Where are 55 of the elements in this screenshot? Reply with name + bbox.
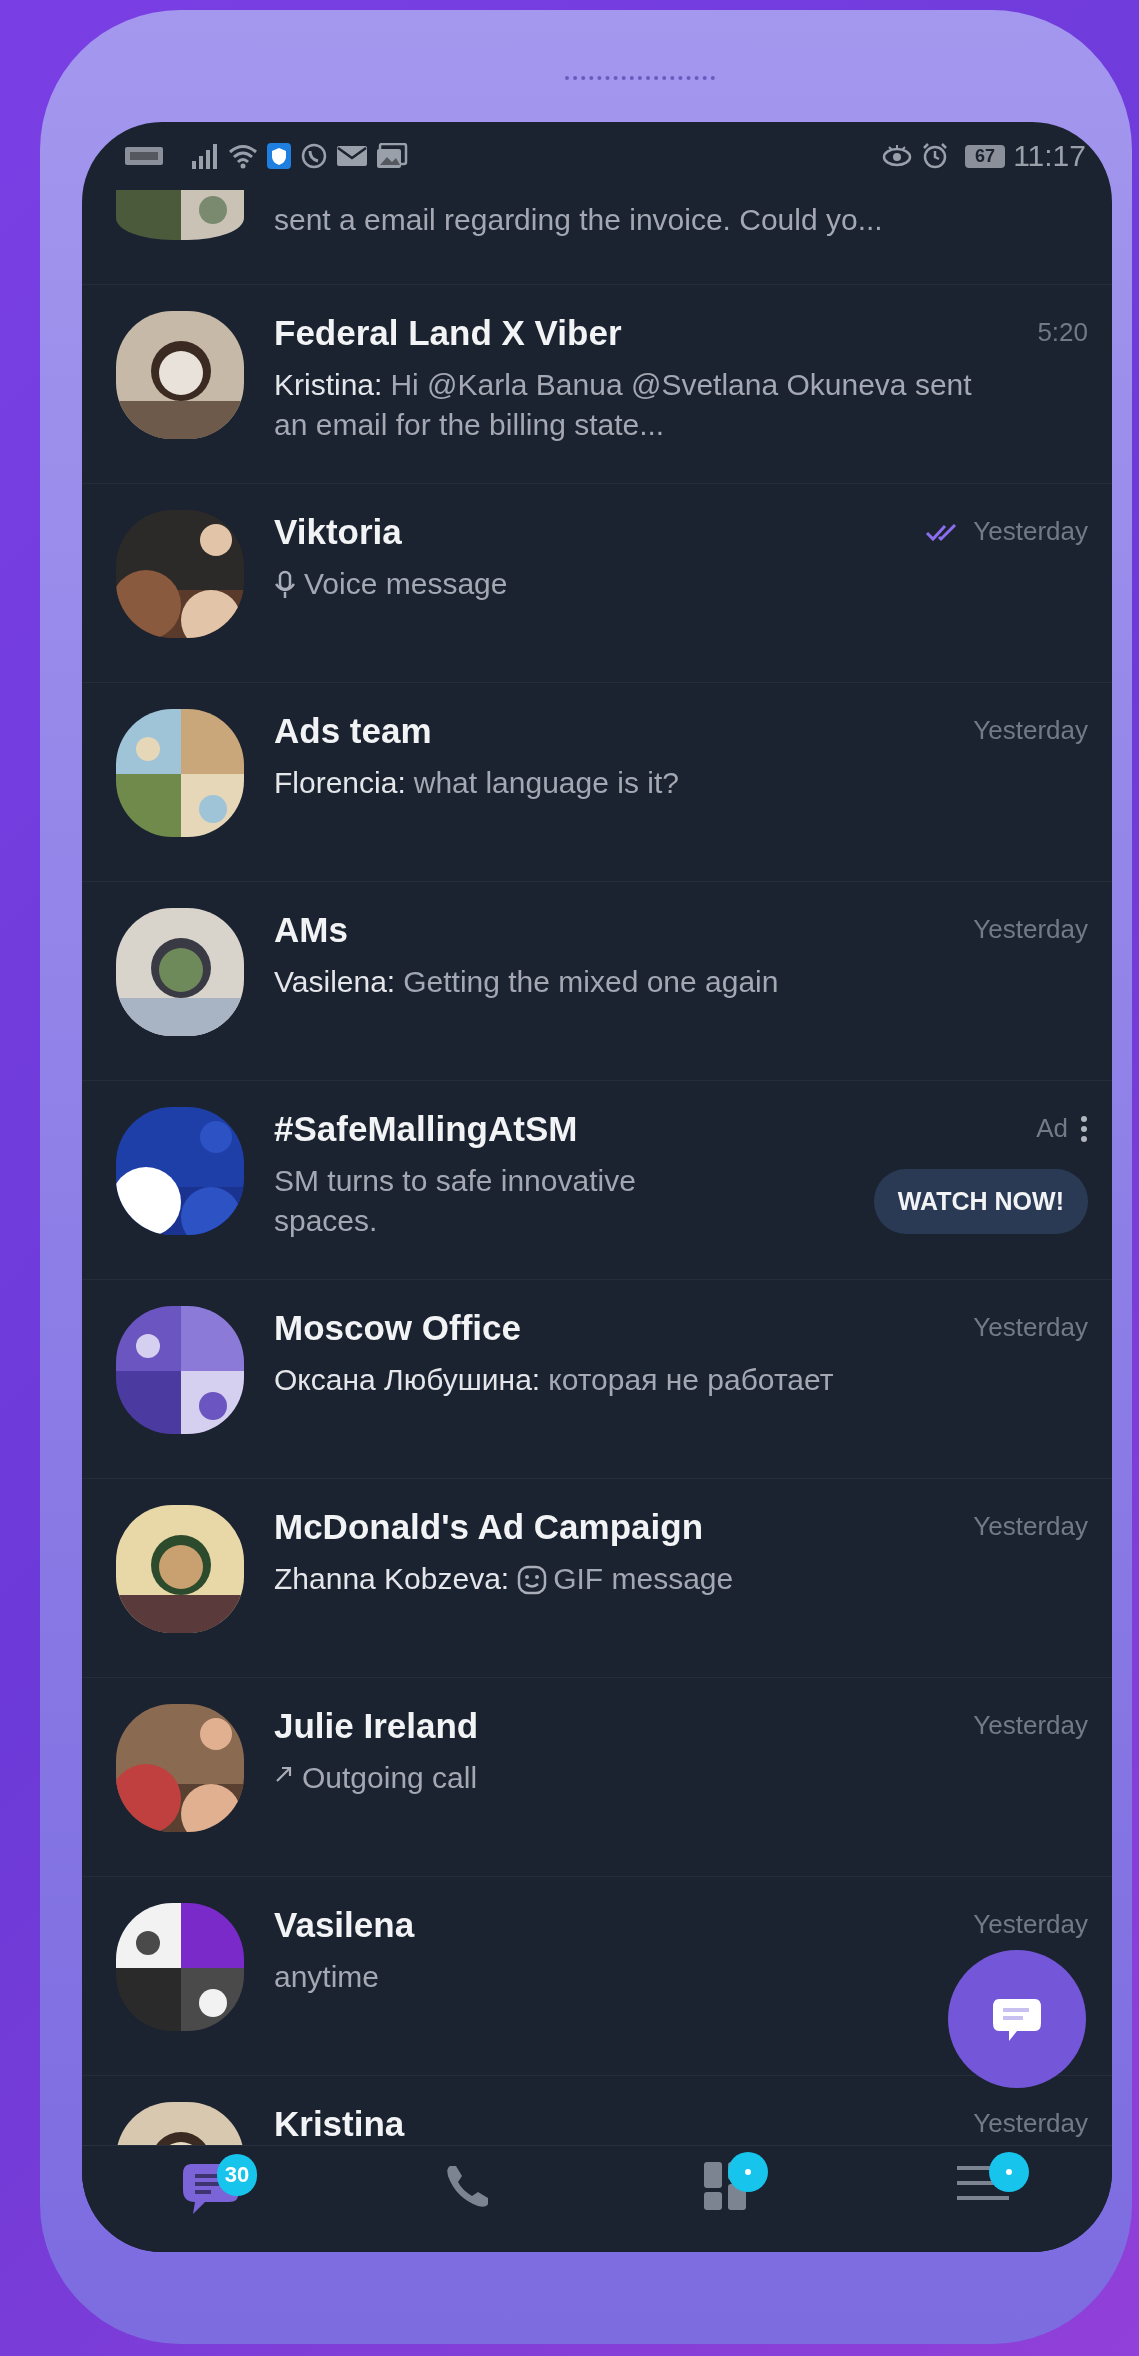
more-options-icon[interactable] xyxy=(1080,1114,1088,1143)
message-sender: Zhanna Kobzeva: xyxy=(274,1562,510,1595)
chat-time: Yesterday xyxy=(973,1909,1088,1940)
chat-time: Yesterday xyxy=(973,2108,1088,2139)
chat-time: Yesterday xyxy=(973,1312,1088,1343)
message-preview: Kristina: Hi @Karla Banua @Svetlana Okuneva sent an email for the billing state... xyxy=(274,367,973,443)
message-preview: sent a email regarding the invoice. Could yo... xyxy=(274,203,883,236)
message-preview: GIF message xyxy=(553,1562,734,1595)
shield-icon xyxy=(266,142,292,170)
chat-row[interactable]: AMs Yesterday Vasilena: Getting the mixed one again xyxy=(82,882,1112,1081)
mail-icon xyxy=(336,144,368,168)
chat-title: Federal Land X Viber xyxy=(274,312,622,354)
wifi-icon xyxy=(228,143,258,169)
chat-title: Vasilena xyxy=(274,1904,415,1946)
chat-row[interactable]: Moscow Office Yesterday Оксана Любушина: которая не работает xyxy=(82,1280,1112,1479)
chat-title: Viktoria xyxy=(274,511,402,553)
chat-row[interactable]: Julie Ireland Yesterday Outgoing call xyxy=(82,1678,1112,1877)
chat-row[interactable]: #SafeMallingAtSM Ad SM turns to safe innovative spaces. WATCH NOW! xyxy=(82,1081,1112,1280)
message-preview: Оксана Любушина: которая не работает xyxy=(274,1362,835,1398)
status-time: 11:17 xyxy=(1013,139,1086,173)
chat-row[interactable]: Ads team Yesterday Florencia: what language is it? xyxy=(82,683,1112,882)
chat-row[interactable]: Viktoria Yesterday Voice message xyxy=(82,484,1112,683)
chat-title: Julie Ireland xyxy=(274,1705,479,1747)
sim-icon xyxy=(124,144,164,168)
chat-title: McDonald's Ad Campaign xyxy=(274,1506,703,1548)
eye-icon xyxy=(881,143,914,169)
message-preview: Outgoing call xyxy=(302,1760,478,1796)
battery-indicator: 67 xyxy=(965,144,1006,168)
chat-row[interactable]: McDonald's Ad Campaign Yesterday Zhanna Kobzeva: GIF message xyxy=(82,1479,1112,1678)
chat-title: #SafeMallingAtSM xyxy=(274,1108,578,1150)
chat-time: Yesterday xyxy=(973,1710,1088,1741)
message-preview: anytime xyxy=(274,1959,381,1995)
microphone-icon xyxy=(274,570,296,600)
chat-title: Kristina xyxy=(274,2103,405,2145)
ad-label: Ad xyxy=(1036,1113,1068,1144)
chat-time: Yesterday xyxy=(973,715,1088,746)
chat-time: 5:20 xyxy=(1037,317,1088,348)
chat-time: Yesterday xyxy=(973,914,1088,945)
ad-description: SM turns to safe innovative spaces. xyxy=(274,1163,637,1239)
message-preview: Florencia: what language is it? xyxy=(274,765,680,801)
whatsapp-icon xyxy=(300,142,328,170)
chat-time: Yesterday xyxy=(973,516,1088,547)
sticker-icon xyxy=(517,1565,548,1595)
watch-now-button[interactable]: WATCH NOW! xyxy=(873,1168,1088,1234)
chat-title: Moscow Office xyxy=(274,1307,521,1349)
chat-time: Yesterday xyxy=(973,1511,1088,1542)
chat-title: Ads team xyxy=(274,710,432,752)
arrow-icon xyxy=(274,1764,294,1784)
message-preview: Vasilena: Getting the mixed one again xyxy=(274,964,780,1000)
gallery-icon xyxy=(376,143,408,169)
unread-badge: 30 xyxy=(216,2154,258,2196)
chat-title: AMs xyxy=(274,909,348,951)
message-preview: Voice message xyxy=(304,566,508,602)
signal-icon xyxy=(190,143,220,169)
chat-row[interactable]: Federal Land X Viber 5:20 Kristina: Hi @Karla Banua @Svetlana Okuneva sent an email for the billing state... xyxy=(82,285,1112,484)
